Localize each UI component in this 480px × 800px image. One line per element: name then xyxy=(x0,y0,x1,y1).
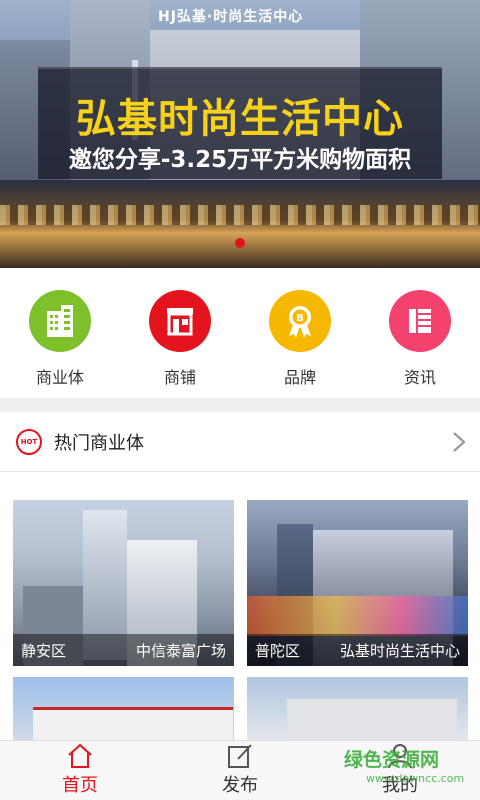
card-district: 静安区 xyxy=(21,641,67,660)
brand-badge-icon: B xyxy=(269,290,331,352)
watermark-url: www.downcc.com xyxy=(366,772,465,785)
card-name: 弘基时尚生活中心 xyxy=(339,641,460,660)
banner-carousel[interactable]: HJ弘基·时尚生活中心 弘基时尚生活中心 邀您分享-3.25万平方米购物面积 xyxy=(0,0,480,268)
category-news[interactable]: 资讯 xyxy=(375,290,465,398)
home-icon xyxy=(68,743,92,768)
svg-text:B: B xyxy=(296,313,304,324)
card-image-building xyxy=(33,707,233,740)
card-image-lights xyxy=(247,596,468,636)
news-icon xyxy=(389,290,451,352)
building-icon xyxy=(29,290,91,352)
banner-building-sign: HJ弘基·时尚生活中心 xyxy=(158,9,304,25)
chevron-right-icon[interactable] xyxy=(452,431,466,453)
tab-publish[interactable]: 发布 xyxy=(160,741,320,800)
tab-home[interactable]: 首页 xyxy=(0,741,160,800)
category-label: 资讯 xyxy=(403,368,436,387)
shop-icon xyxy=(149,290,211,352)
category-label: 商业体 xyxy=(35,368,84,387)
banner-pagination xyxy=(0,238,480,250)
complex-card[interactable] xyxy=(13,677,234,740)
hot-badge-icon: HOT xyxy=(16,428,42,455)
complex-card[interactable]: 静安区 中信泰富广场 xyxy=(13,500,234,666)
card-image-building xyxy=(287,699,457,740)
category-label: 商铺 xyxy=(163,368,196,387)
card-caption: 静安区 中信泰富广场 xyxy=(13,634,234,666)
card-name: 中信泰富广场 xyxy=(135,641,226,660)
card-caption: 普陀区 弘基时尚生活中心 xyxy=(247,634,468,666)
complex-card[interactable] xyxy=(247,677,468,740)
card-district: 普陀区 xyxy=(255,641,301,660)
watermark: 绿色资源网 xyxy=(344,749,440,771)
category-label: 品牌 xyxy=(283,368,316,387)
section-title: 热门商业体 xyxy=(54,432,144,454)
banner-lights xyxy=(0,205,480,225)
edit-icon xyxy=(228,744,252,768)
tab-label: 发布 xyxy=(222,775,258,796)
hot-section-header[interactable]: HOT 热门商业体 xyxy=(0,412,480,472)
category-shop[interactable]: 商铺 xyxy=(135,290,225,398)
app-screen: HJ弘基·时尚生活中心 弘基时尚生活中心 邀您分享-3.25万平方米购物面积 商 xyxy=(0,0,480,800)
category-commercial-complex[interactable]: 商业体 xyxy=(15,290,105,398)
banner-dot-active[interactable] xyxy=(235,238,245,248)
banner-headline: 弘基时尚生活中心 xyxy=(76,96,404,142)
complex-card[interactable]: 普陀区 弘基时尚生活中心 xyxy=(247,500,468,666)
category-brand[interactable]: B 品牌 xyxy=(255,290,345,398)
category-row: 商业体 商铺 B 品牌 资讯 xyxy=(0,268,480,398)
tab-label: 首页 xyxy=(62,775,98,796)
banner-subline: 邀您分享-3.25万平方米购物面积 xyxy=(68,147,412,173)
hot-badge-text: HOT xyxy=(20,437,38,446)
